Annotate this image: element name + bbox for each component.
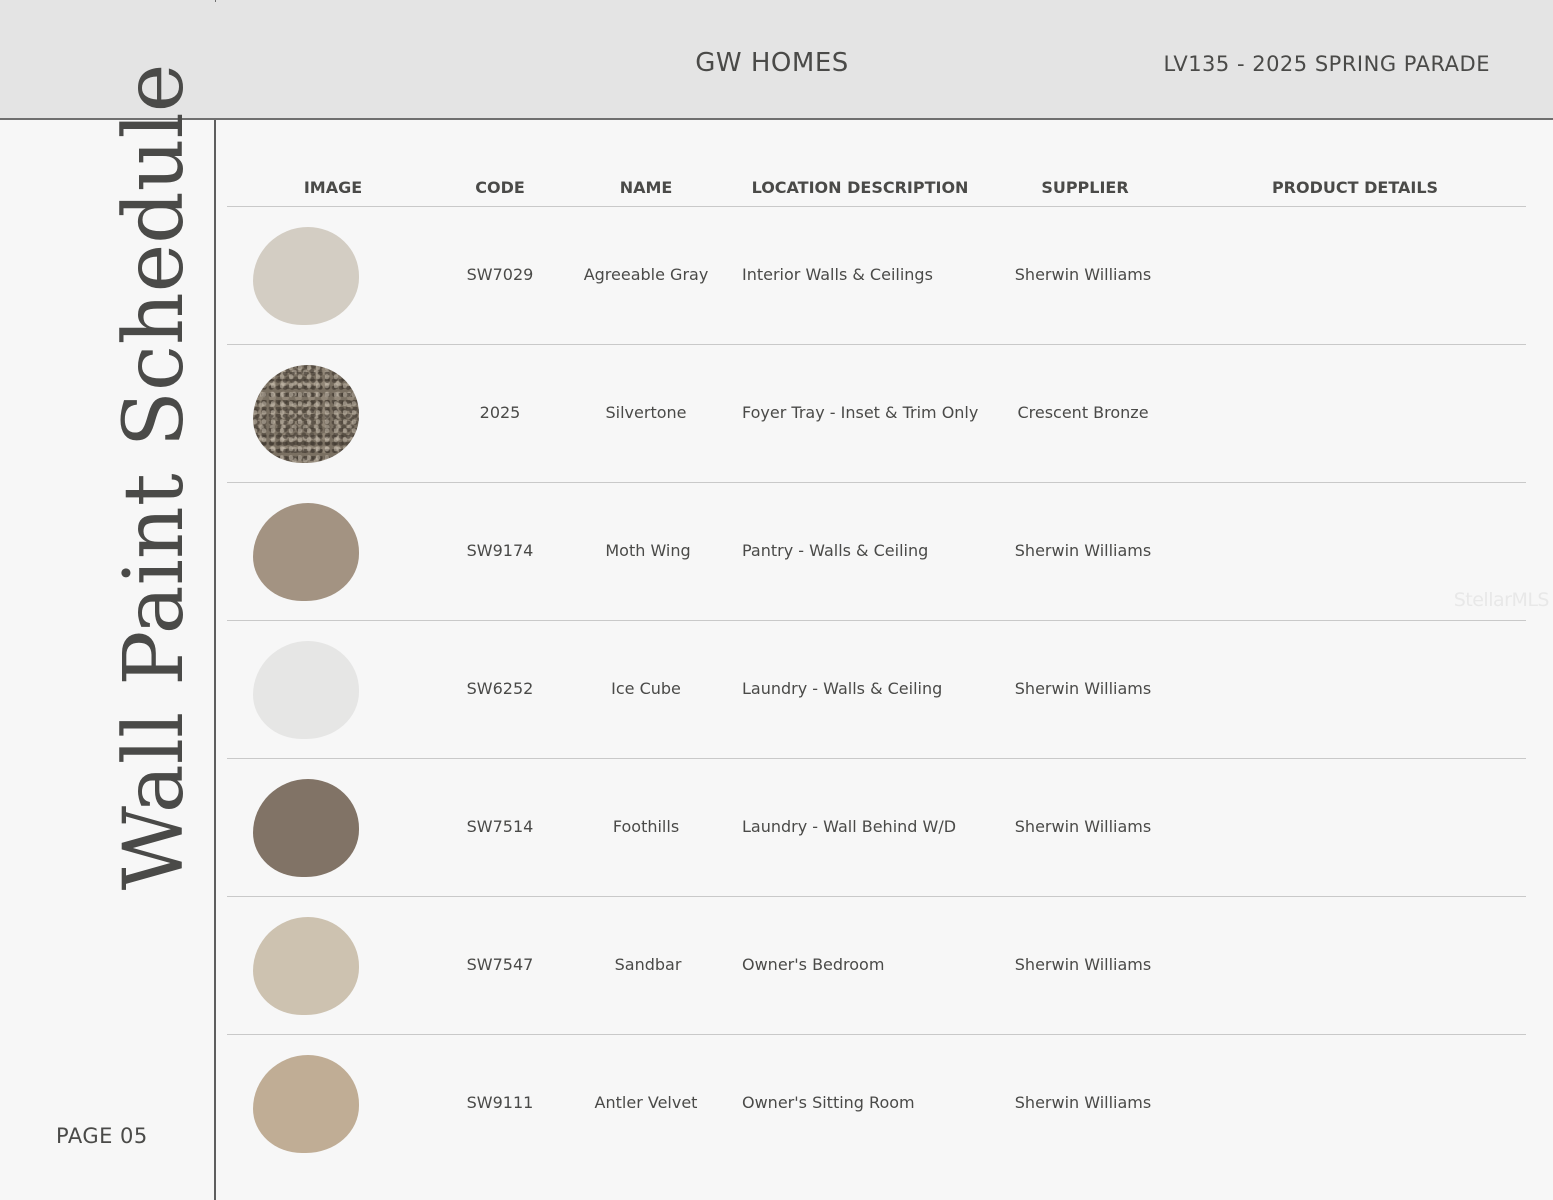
paint-location: Foyer Tray - Inset & Trim Only (742, 403, 979, 422)
sidebar-divider (214, 120, 216, 1200)
paint-supplier: Sherwin Williams (1014, 541, 1152, 560)
table-row: SW7029 Agreeable Gray Interior Walls & C… (227, 207, 1526, 345)
table-row: SW9111 Antler Velvet Owner's Sitting Roo… (227, 1035, 1526, 1172)
paint-location: Owner's Sitting Room (742, 1093, 915, 1112)
paint-code: SW6252 (466, 679, 534, 698)
paint-name: Agreeable Gray (583, 265, 709, 284)
page-number: PAGE 05 (56, 1124, 148, 1148)
paint-swatch (253, 503, 359, 601)
paint-swatch (253, 779, 359, 877)
column-header-supplier: SUPPLIER (1041, 178, 1129, 197)
paint-supplier: Sherwin Williams (1014, 265, 1152, 284)
header-bar: GW HOMES LV135 - 2025 SPRING PARADE (0, 0, 1553, 120)
paint-location: Interior Walls & Ceilings (742, 265, 933, 284)
paint-supplier: Sherwin Williams (1014, 817, 1152, 836)
header-divider-tick (215, 0, 216, 2)
paint-code: SW7547 (466, 955, 534, 974)
column-header-image: IMAGE (303, 178, 363, 197)
paint-supplier: Crescent Bronze (1017, 403, 1149, 422)
table-row: SW7514 Foothills Laundry - Wall Behind W… (227, 759, 1526, 897)
paint-table: IMAGE CODE NAME LOCATION DESCRIPTION SUP… (227, 170, 1526, 1172)
paint-supplier: Sherwin Williams (1014, 955, 1152, 974)
column-header-code: CODE (475, 178, 525, 197)
paint-supplier: Sherwin Williams (1014, 679, 1152, 698)
schedule-title: Wall Paint Schedule (107, 63, 202, 891)
paint-schedule-page: GW HOMES LV135 - 2025 SPRING PARADE Wall… (0, 0, 1553, 1200)
paint-swatch (253, 227, 359, 325)
paint-name: Foothills (612, 817, 680, 836)
column-header-product-details: PRODUCT DETAILS (1271, 178, 1439, 197)
table-row: SW6252 Ice Cube Laundry - Walls & Ceilin… (227, 621, 1526, 759)
project-title: LV135 - 2025 SPRING PARADE (1163, 52, 1490, 76)
paint-name: Ice Cube (611, 679, 681, 698)
paint-supplier: Sherwin Williams (1014, 1093, 1152, 1112)
paint-location: Pantry - Walls & Ceiling (742, 541, 929, 560)
paint-location: Laundry - Wall Behind W/D (742, 817, 957, 836)
paint-swatch (253, 641, 359, 739)
brand-title: GW HOMES (695, 48, 849, 78)
paint-swatch (253, 1055, 359, 1153)
paint-name: Silvertone (605, 403, 687, 422)
table-row: SW9174 Moth Wing Pantry - Walls & Ceilin… (227, 483, 1526, 621)
table-row: 2025 Silvertone Foyer Tray - Inset & Tri… (227, 345, 1526, 483)
paint-location: Laundry - Walls & Ceiling (742, 679, 943, 698)
paint-location: Owner's Bedroom (742, 955, 885, 974)
paint-code: SW7514 (466, 817, 534, 836)
paint-code: SW9174 (466, 541, 534, 560)
paint-code: SW7029 (466, 265, 534, 284)
paint-code: SW9111 (466, 1093, 534, 1112)
table-row: SW7547 Sandbar Owner's Bedroom Sherwin W… (227, 897, 1526, 1035)
paint-name: Antler Velvet (594, 1093, 698, 1112)
paint-swatch (253, 917, 359, 1015)
paint-code: 2025 (479, 403, 521, 422)
paint-swatch (253, 365, 359, 463)
paint-name: Moth Wing (605, 541, 691, 560)
table-header: IMAGE CODE NAME LOCATION DESCRIPTION SUP… (227, 170, 1526, 207)
column-header-name: NAME (619, 178, 673, 197)
column-header-location: LOCATION DESCRIPTION (751, 178, 969, 197)
paint-name: Sandbar (614, 955, 682, 974)
